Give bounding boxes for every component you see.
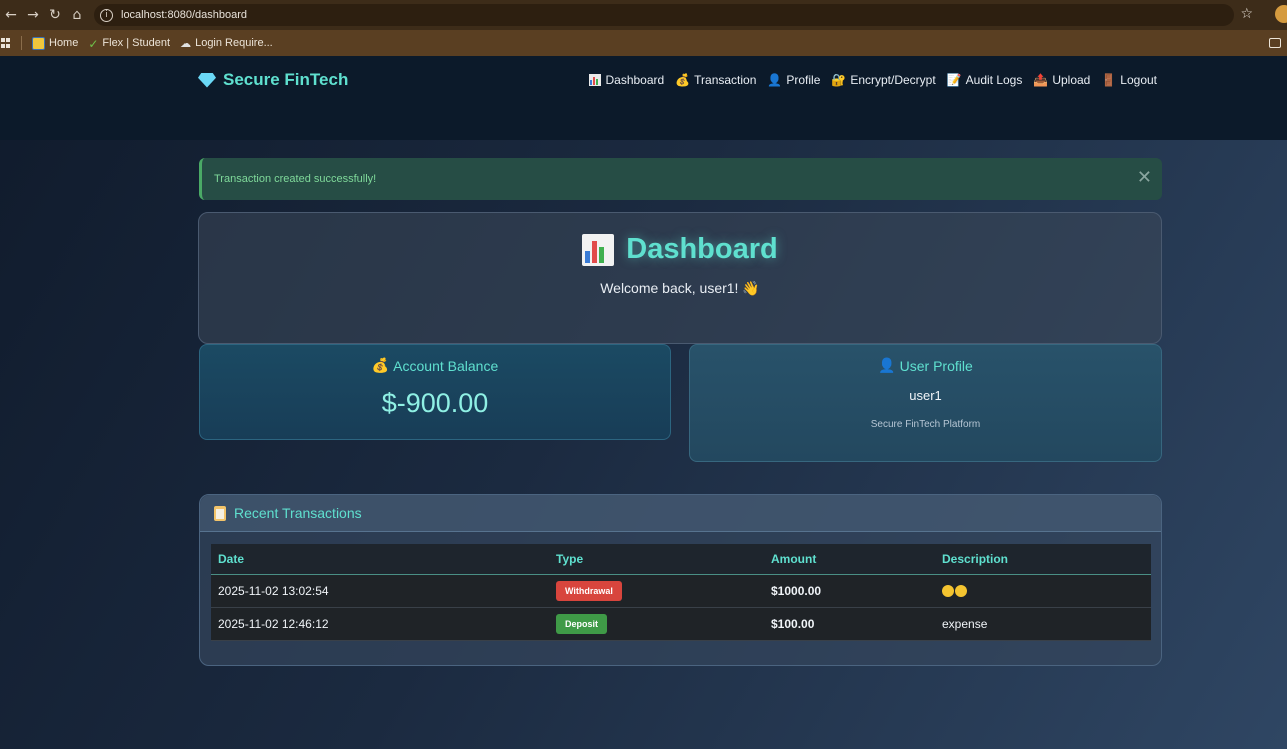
brand-name: Secure FinTech [223, 70, 349, 89]
brand-logo[interactable]: Secure FinTech [198, 70, 348, 90]
site-info-icon[interactable]: i [100, 8, 113, 22]
welcome-card: Dashboard Welcome back, user1! 👋 [198, 212, 1162, 344]
profile-username: user1 [909, 388, 942, 403]
address-bar[interactable]: i localhost:8080/dashboard [94, 4, 1234, 26]
transactions-header: Recent Transactions [200, 495, 1161, 532]
flex-bookmark-icon: ✓ [88, 36, 99, 51]
url-text[interactable]: localhost:8080/dashboard [121, 9, 247, 21]
page-title-text: Dashboard [626, 233, 778, 265]
login-bookmark-icon: ☁ [180, 37, 192, 50]
nav-label: Logout [1120, 73, 1157, 87]
withdrawal-badge: Withdrawal [556, 580, 622, 601]
nav-label: Transaction [694, 73, 757, 87]
nav-encrypt-decrypt[interactable]: 🔐 Encrypt/Decrypt [831, 73, 935, 87]
bookmark-label: Flex | Student [102, 37, 171, 49]
table-row: 2025-11-02 12:46:12 Deposit $100.00 expe… [211, 607, 1151, 641]
money-bag-icon: 💰 [371, 358, 390, 374]
smiley-icon [955, 585, 967, 598]
column-header-date: Date [211, 544, 549, 575]
bookmark-star-icon[interactable]: ☆ [1240, 6, 1253, 22]
success-alert: Transaction created successfully! ✕ [199, 158, 1162, 200]
back-icon[interactable]: ← [0, 7, 22, 23]
balance-value: $-900.00 [381, 388, 489, 418]
tx-amount: $100.00 [764, 607, 935, 641]
nav-label: Dashboard [605, 73, 665, 87]
alert-message: Transaction created successfully! [214, 173, 377, 185]
bookmarks-divider [21, 36, 22, 50]
welcome-message: Welcome back, user1! 👋 [600, 280, 760, 296]
deposit-badge: Deposit [556, 613, 608, 634]
profile-avatar-icon[interactable] [1275, 5, 1287, 23]
bar-chart-icon [589, 74, 602, 86]
apps-grid-icon[interactable] [1, 38, 11, 48]
door-icon: 🚪 [1101, 73, 1117, 87]
bookmark-label: Home [49, 37, 79, 49]
browser-toolbar: ← → ↻ ⌂ i localhost:8080/dashboard ☆ [0, 0, 1287, 30]
tx-type-cell: Withdrawal [549, 574, 764, 608]
gem-icon [198, 72, 216, 88]
page: Secure FinTech Dashboard 💰 Transaction 👤… [0, 56, 1287, 749]
reload-icon[interactable]: ↻ [44, 7, 66, 23]
tx-amount: $1000.00 [764, 574, 935, 608]
user-icon: 👤 [767, 73, 783, 87]
user-icon: 👤 [878, 358, 896, 374]
table-row: 2025-11-02 13:02:54 Withdrawal $1000.00 [211, 574, 1151, 608]
balance-heading: 💰 Account Balance [200, 358, 670, 374]
nav-dashboard[interactable]: Dashboard [589, 73, 664, 87]
tx-type-cell: Deposit [549, 607, 764, 641]
folder-icon[interactable] [1269, 38, 1281, 48]
memo-icon: 📝 [946, 73, 962, 87]
user-profile-card: 👤 User Profile user1 Secure FinTech Plat… [689, 344, 1162, 462]
forward-icon[interactable]: → [22, 7, 44, 23]
home-icon[interactable]: ⌂ [66, 7, 88, 23]
nav-profile[interactable]: 👤 Profile [767, 73, 820, 87]
tx-description: expense [935, 607, 1151, 641]
home-bookmark-icon [32, 36, 45, 50]
close-icon[interactable]: ✕ [1137, 168, 1152, 188]
clipboard-icon [214, 505, 226, 521]
tx-description [935, 574, 1151, 608]
bookmarks-bar: Home ✓ Flex | Student ☁ Login Require... [0, 30, 1287, 56]
profile-platform: Secure FinTech Platform [870, 419, 981, 430]
column-header-amount: Amount [764, 544, 935, 575]
bookmark-label: Login Require... [195, 37, 273, 49]
upload-tray-icon: 📤 [1033, 73, 1049, 87]
profile-heading-text: User Profile [899, 358, 973, 374]
nav-label: Audit Logs [965, 73, 1023, 87]
bookmark-flex-student[interactable]: ✓ Flex | Student [88, 36, 171, 51]
nav-logout[interactable]: 🚪 Logout [1101, 73, 1157, 87]
bookmark-login-required[interactable]: ☁ Login Require... [180, 37, 273, 50]
tx-date: 2025-11-02 12:46:12 [211, 607, 549, 641]
nav-audit-logs[interactable]: 📝 Audit Logs [947, 73, 1023, 87]
nav-label: Encrypt/Decrypt [850, 73, 936, 87]
balance-heading-text: Account Balance [393, 358, 499, 374]
transactions-heading: Recent Transactions [234, 505, 362, 521]
account-balance-card: 💰 Account Balance $-900.00 [199, 344, 671, 440]
page-title: Dashboard [199, 233, 1161, 266]
tx-date: 2025-11-02 13:02:54 [211, 574, 549, 608]
recent-transactions-card: Recent Transactions Date Type Amount Des… [199, 494, 1162, 666]
money-bag-icon: 💰 [675, 73, 691, 87]
bar-chart-icon [582, 233, 615, 266]
app-navbar: Secure FinTech Dashboard 💰 Transaction 👤… [0, 56, 1287, 140]
smiley-icon [942, 585, 954, 598]
profile-heading: 👤 User Profile [690, 358, 1161, 374]
transactions-table: Date Type Amount Description 2025-11-02 … [211, 544, 1151, 641]
main-nav: Dashboard 💰 Transaction 👤 Profile 🔐 Encr… [578, 73, 1157, 87]
nav-upload[interactable]: 📤 Upload [1033, 73, 1090, 87]
column-header-type: Type [549, 544, 764, 575]
table-header-row: Date Type Amount Description [211, 544, 1151, 575]
nav-label: Upload [1052, 73, 1091, 87]
bookmark-home[interactable]: Home [32, 36, 79, 50]
nav-label: Profile [786, 73, 821, 87]
column-header-description: Description [935, 544, 1151, 575]
lock-key-icon: 🔐 [831, 73, 847, 87]
nav-transaction[interactable]: 💰 Transaction [675, 73, 756, 87]
